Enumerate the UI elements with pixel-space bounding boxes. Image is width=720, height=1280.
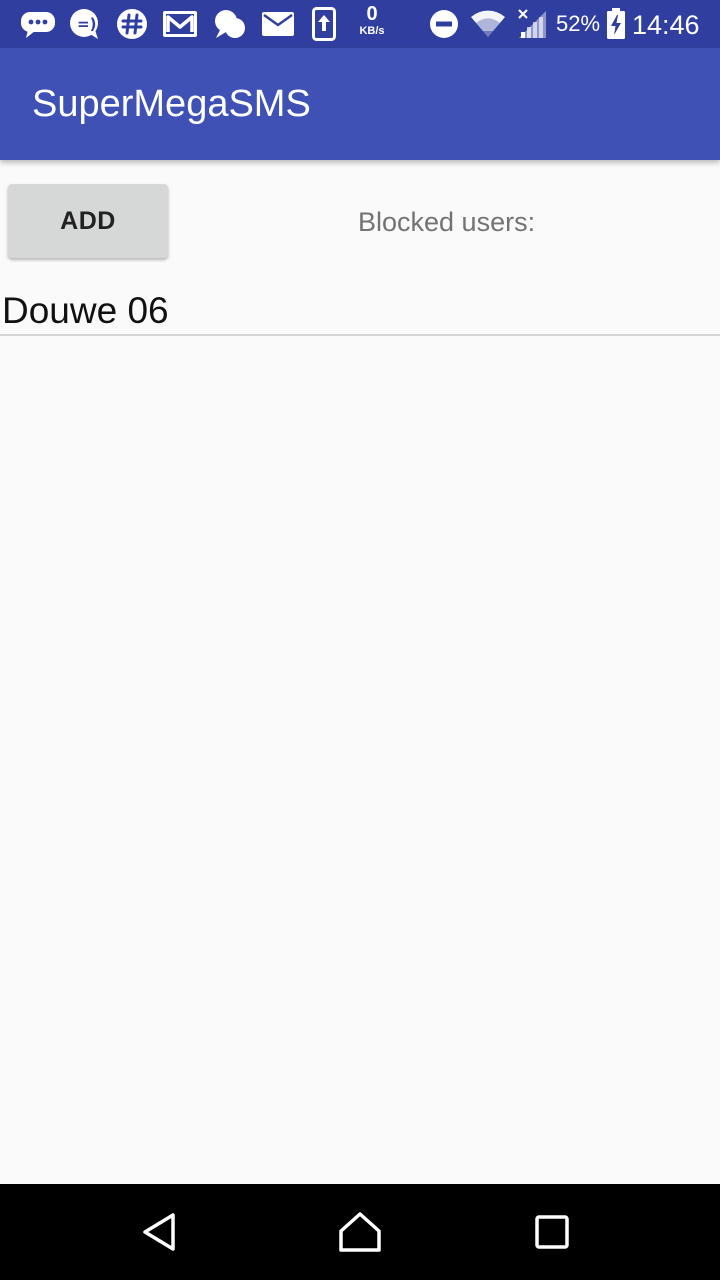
svg-text:=): =) [77, 15, 96, 33]
mail-m-icon [160, 0, 200, 48]
back-triangle-icon [143, 1213, 175, 1251]
app-bar: SuperMegaSMS [0, 48, 720, 160]
navigation-bar [0, 1184, 720, 1280]
recents-button[interactable] [504, 1184, 600, 1280]
wifi-icon [468, 0, 508, 48]
upload-phone-icon [308, 0, 340, 48]
do-not-disturb-icon [426, 0, 462, 48]
app-title: SuperMegaSMS [32, 83, 311, 125]
chat-smiley-icon: =) [66, 0, 102, 48]
clock: 14:46 [632, 10, 700, 40]
cellular-signal-icon [514, 0, 550, 48]
envelope-icon [258, 0, 298, 48]
back-button[interactable] [112, 1184, 208, 1280]
battery-percentage: 52% [556, 11, 601, 36]
battery-charging-icon [604, 0, 628, 48]
blocked-user-name: Douwe 06 [2, 290, 169, 331]
blocked-users-label: Blocked users: [358, 207, 536, 237]
network-speed-unit: KB/s [359, 25, 385, 37]
messenger-icon [210, 0, 250, 48]
network-speed: 0 KB/s [352, 4, 392, 37]
network-speed-value: 0 [366, 3, 378, 25]
add-button[interactable]: ADD [8, 184, 168, 258]
hashtag-icon [114, 0, 150, 48]
home-icon [339, 1212, 381, 1252]
home-button[interactable] [312, 1184, 408, 1280]
message-bubble-icon [18, 0, 58, 48]
status-bar: =) 0 KB/s 52% 14:46 [0, 0, 720, 48]
recents-square-icon [535, 1215, 569, 1249]
blocked-user-item[interactable]: Douwe 06 [0, 286, 720, 336]
